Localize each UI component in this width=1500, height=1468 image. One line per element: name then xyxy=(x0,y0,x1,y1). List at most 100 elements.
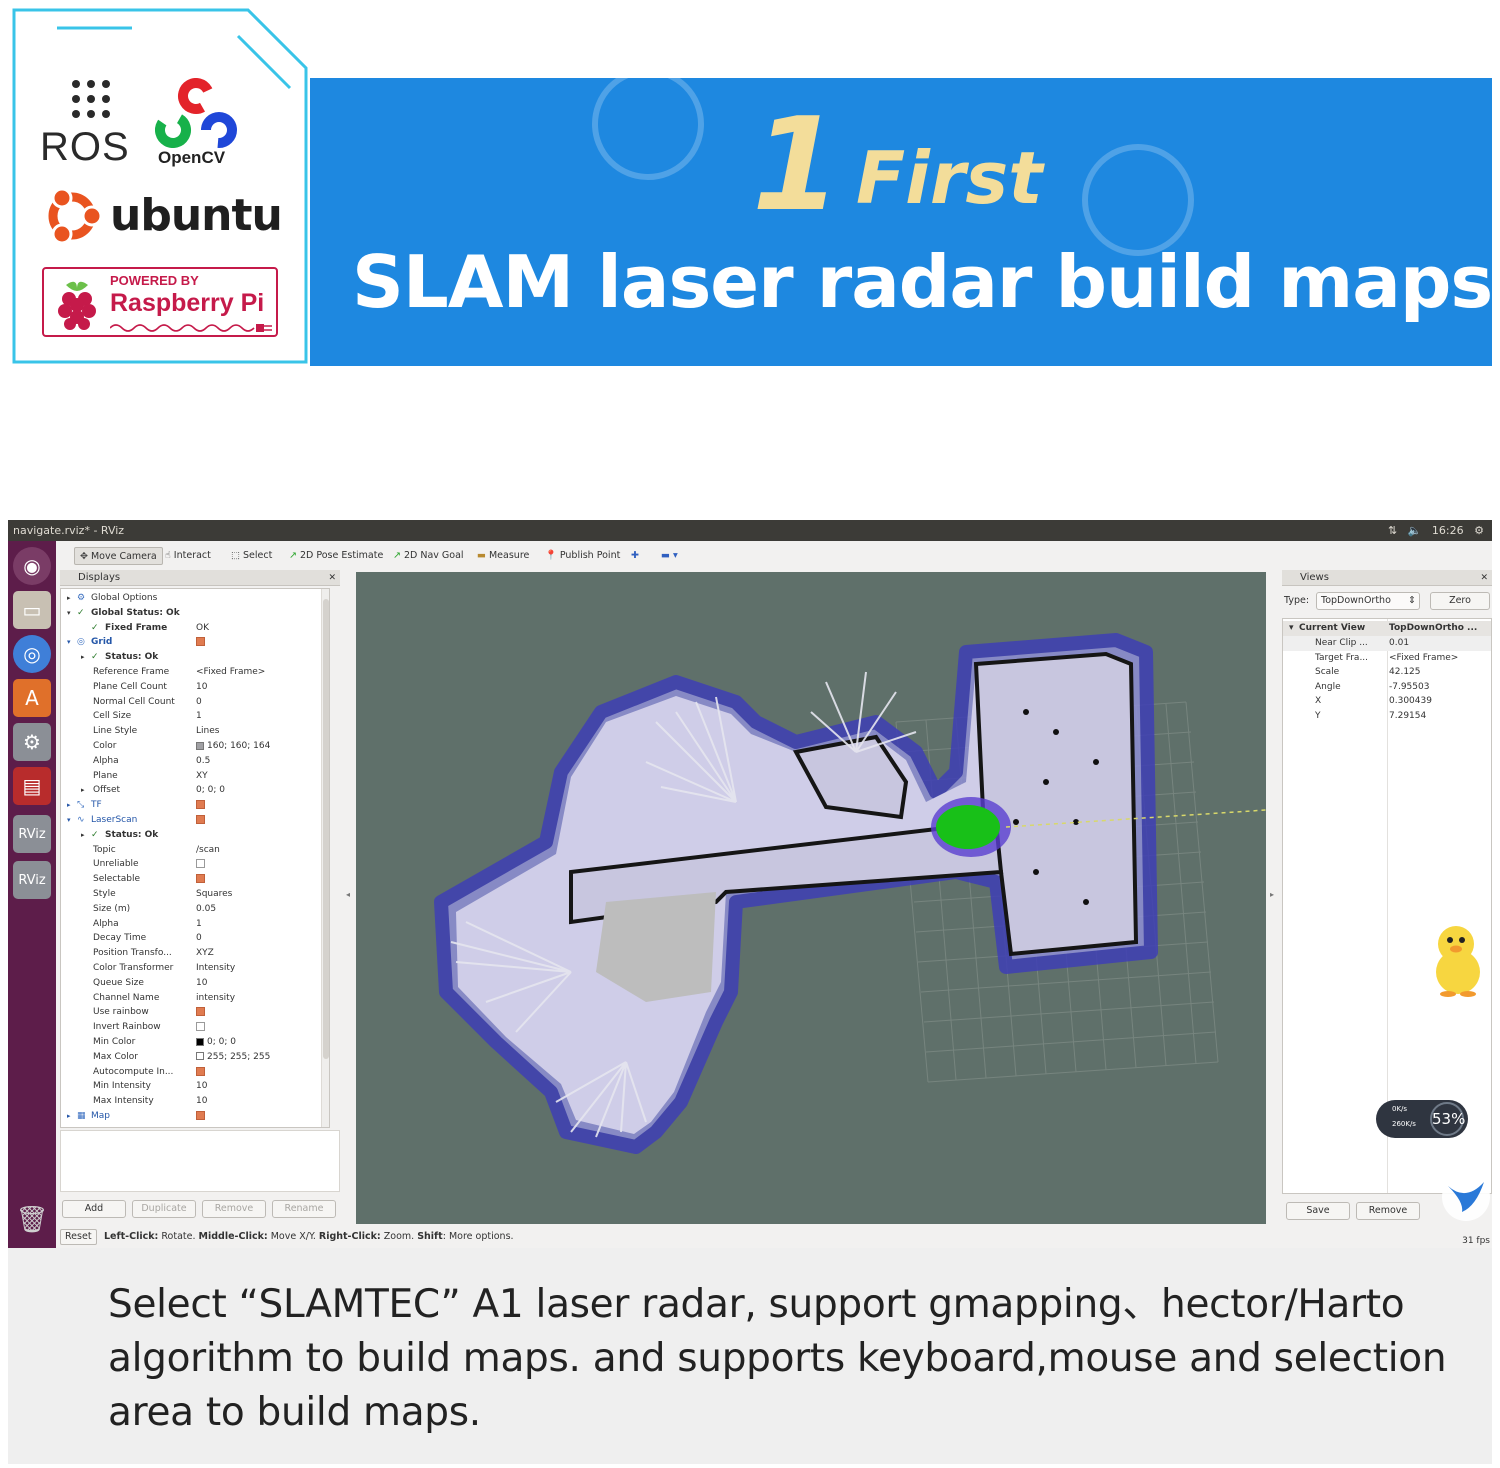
display-row[interactable]: ▸ ✓ Status: Ok xyxy=(61,650,329,665)
rviz-launcher-icon[interactable]: RViz xyxy=(13,815,51,853)
display-row-value[interactable]: 255; 255; 255 xyxy=(196,1050,270,1065)
expand-arrow-icon[interactable]: ▸ xyxy=(81,828,85,843)
display-row-value[interactable] xyxy=(196,1109,205,1124)
display-row[interactable]: ✓ Fixed Frame OK xyxy=(61,621,329,636)
view-property-value[interactable]: 7.29154 xyxy=(1389,709,1426,724)
display-row-value[interactable]: 10 xyxy=(196,1079,207,1094)
display-row-value[interactable]: OK xyxy=(196,621,209,636)
dash-home-icon[interactable]: ◉ xyxy=(13,547,51,585)
property-checkbox[interactable] xyxy=(196,859,205,869)
display-row[interactable]: Normal Cell Count 0 xyxy=(61,695,329,710)
display-row-value[interactable]: XYZ xyxy=(196,946,214,961)
close-icon[interactable]: ✕ xyxy=(1480,570,1488,586)
expand-arrow-icon[interactable]: ▾ xyxy=(67,635,71,650)
display-row-value[interactable]: 10 xyxy=(196,976,207,991)
display-row[interactable]: Style Squares xyxy=(61,887,329,902)
display-row[interactable]: ▸ ⤡ TF xyxy=(61,798,329,813)
view-property-value[interactable]: -7.95503 xyxy=(1389,680,1429,695)
display-row[interactable]: Plane Cell Count 10 xyxy=(61,680,329,695)
display-row-value[interactable]: <Fixed Frame> xyxy=(196,665,265,680)
display-row[interactable]: Position Transfo... XYZ xyxy=(61,946,329,961)
view-property-row[interactable]: Near Clip ... 0.01 xyxy=(1283,636,1491,651)
chromium-icon[interactable]: ◎ xyxy=(13,635,51,673)
close-icon[interactable]: ✕ xyxy=(328,570,336,586)
display-row-value[interactable]: Intensity xyxy=(196,961,235,976)
left-splitter-handle[interactable]: ◂ xyxy=(346,890,350,899)
display-row[interactable]: Selectable xyxy=(61,872,329,887)
display-row-value[interactable]: 0.5 xyxy=(196,754,210,769)
scrollbar-thumb[interactable] xyxy=(323,599,329,1059)
terminal-icon[interactable]: ▤ xyxy=(13,767,51,805)
display-row-value[interactable]: Squares xyxy=(196,887,232,902)
remove-display-button[interactable]: Remove xyxy=(202,1200,266,1218)
view-property-value[interactable]: 0.01 xyxy=(1389,636,1409,651)
tool-interact[interactable]: ☝ Interact xyxy=(160,547,216,565)
display-row[interactable]: Use rainbow xyxy=(61,1005,329,1020)
tool-move-camera[interactable]: ✥ Move Camera xyxy=(74,547,163,565)
display-row[interactable]: Invert Rainbow xyxy=(61,1020,329,1035)
display-row-value[interactable]: 160; 160; 164 xyxy=(196,739,270,754)
display-row[interactable]: Alpha 0.5 xyxy=(61,754,329,769)
display-row[interactable]: Cell Size 1 xyxy=(61,709,329,724)
enable-checkbox[interactable] xyxy=(196,815,205,824)
files-icon[interactable]: ▭ xyxy=(13,591,51,629)
color-swatch[interactable] xyxy=(196,1052,204,1061)
display-row-value[interactable]: 0; 0; 0 xyxy=(196,1035,236,1050)
view-property-row[interactable]: Angle -7.95503 xyxy=(1283,680,1491,695)
enable-checkbox[interactable] xyxy=(196,800,205,810)
display-row-value[interactable]: 10 xyxy=(196,680,207,695)
view-property-row[interactable]: Target Fra... <Fixed Frame> xyxy=(1283,651,1491,666)
property-checkbox[interactable] xyxy=(196,874,205,884)
display-row[interactable]: Queue Size 10 xyxy=(61,976,329,991)
display-row-value[interactable]: intensity xyxy=(196,991,235,1006)
network-speed-widget[interactable]: 0K/s 260K/s 53% xyxy=(1376,1100,1468,1138)
enable-checkbox[interactable] xyxy=(196,637,205,647)
tool-measure[interactable]: ▬ Measure xyxy=(472,547,534,565)
software-center-icon[interactable]: A xyxy=(13,679,51,717)
display-row-value[interactable]: 0 xyxy=(196,695,202,710)
display-row[interactable]: Color Transformer Intensity xyxy=(61,961,329,976)
remove-view-button[interactable]: Remove xyxy=(1356,1202,1420,1220)
display-row-value[interactable] xyxy=(196,798,205,813)
expand-arrow-icon[interactable]: ▸ xyxy=(81,783,85,798)
view-property-row[interactable]: Y 7.29154 xyxy=(1283,709,1491,724)
reset-button[interactable]: Reset xyxy=(60,1229,97,1245)
zero-button[interactable]: Zero xyxy=(1430,592,1490,610)
display-row[interactable]: Reference Frame <Fixed Frame> xyxy=(61,665,329,680)
display-row-value[interactable]: 0.05 xyxy=(196,902,216,917)
expand-arrow-icon[interactable]: ▸ xyxy=(67,1109,71,1124)
expand-arrow-icon[interactable]: ▾ xyxy=(67,606,71,621)
display-row[interactable]: Max Color 255; 255; 255 xyxy=(61,1050,329,1065)
display-row-value[interactable] xyxy=(196,1065,205,1080)
clock[interactable]: 16:26 xyxy=(1432,524,1464,537)
display-row[interactable]: Line Style Lines xyxy=(61,724,329,739)
display-row[interactable]: ▸ ✓ Status: Ok xyxy=(61,828,329,843)
expand-arrow-icon[interactable]: ▸ xyxy=(67,591,71,606)
display-row-value[interactable]: 0 xyxy=(196,931,202,946)
display-row-value[interactable]: 0; 0; 0 xyxy=(196,783,225,798)
network-icon[interactable]: ⇅ xyxy=(1388,524,1397,537)
display-row[interactable]: ▸ ▦ Map xyxy=(61,1109,329,1124)
trash-icon[interactable]: 🗑 xyxy=(13,1201,51,1239)
display-row[interactable]: Alpha 1 xyxy=(61,917,329,932)
property-checkbox[interactable] xyxy=(196,1007,205,1017)
system-settings-icon[interactable]: ⚙ xyxy=(13,723,51,761)
display-row-value[interactable] xyxy=(196,1020,205,1035)
view-property-value[interactable]: 42.125 xyxy=(1389,665,1421,680)
display-row[interactable]: Plane XY xyxy=(61,769,329,784)
view-property-value[interactable]: 0.300439 xyxy=(1389,694,1432,709)
expand-arrow-icon[interactable]: ▾ xyxy=(67,813,71,828)
enable-checkbox[interactable] xyxy=(196,1111,205,1120)
display-row[interactable]: Max Intensity 10 xyxy=(61,1094,329,1109)
display-row[interactable]: ▾ ∿ LaserScan xyxy=(61,813,329,828)
display-row-value[interactable] xyxy=(196,857,205,872)
display-row[interactable]: Unreliable xyxy=(61,857,329,872)
display-row[interactable]: ▾ ✓ Global Status: Ok xyxy=(61,606,329,621)
views-type-select[interactable]: TopDownOrtho ⇕ xyxy=(1316,592,1420,610)
display-row[interactable]: Channel Name intensity xyxy=(61,991,329,1006)
duplicate-display-button[interactable]: Duplicate xyxy=(132,1200,196,1218)
view-property-row[interactable]: X 0.300439 xyxy=(1283,694,1491,709)
tool-select[interactable]: ⬚ Select xyxy=(226,547,277,565)
display-row-value[interactable]: 1 xyxy=(196,709,202,724)
add-display-button[interactable]: Add xyxy=(62,1200,126,1218)
